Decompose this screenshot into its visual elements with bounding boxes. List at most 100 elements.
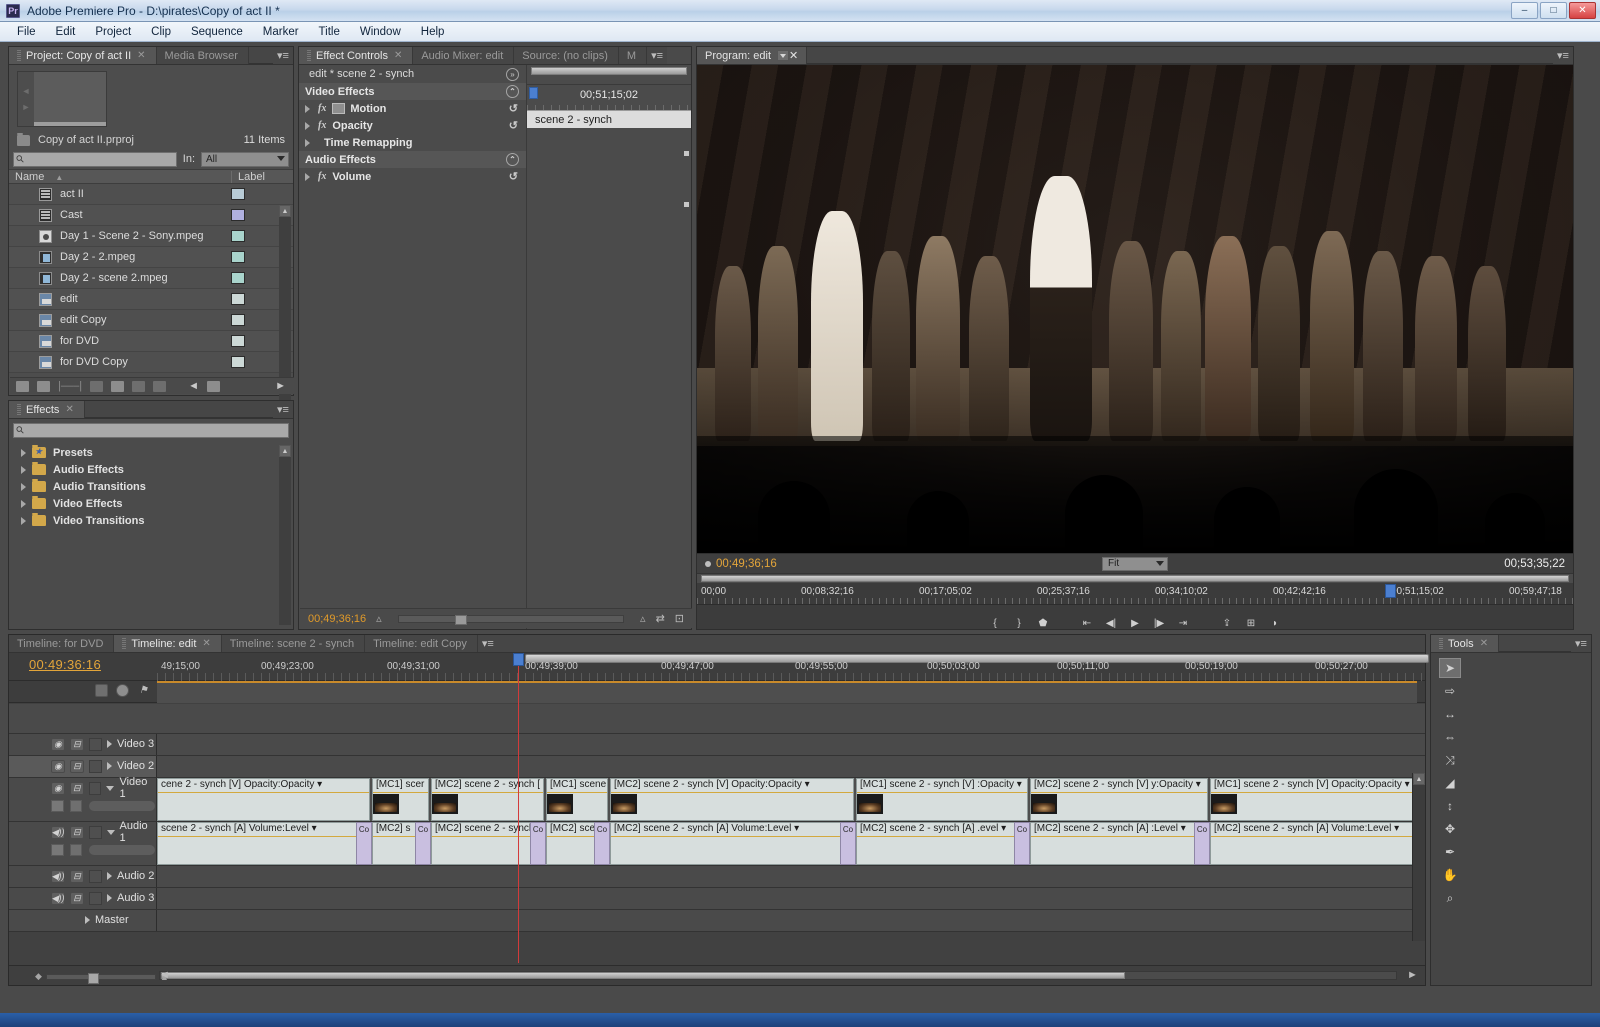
timeline-video-clip[interactable]: [MC2] scene 2 - synch [V] y:Opacity ▾ xyxy=(1030,778,1208,821)
clip-volume-line[interactable] xyxy=(611,836,853,837)
close-icon[interactable]: ✕ xyxy=(65,404,73,415)
timeline-horizontal-scrollbar[interactable]: ◆ ▲ ► ◄ xyxy=(9,965,1425,985)
project-filter-select[interactable]: All xyxy=(201,151,289,167)
hand-tool-icon[interactable]: ✋ xyxy=(1439,865,1461,885)
keyframe-lane-timeremap[interactable] xyxy=(527,162,691,179)
collapse-icon[interactable]: ⌃ xyxy=(506,153,519,166)
track-select-tool-icon[interactable]: ⇨ xyxy=(1439,681,1461,701)
property-volume[interactable]: fx Volume ↺ xyxy=(299,168,526,185)
table-row[interactable]: edit xyxy=(9,289,293,310)
effect-controls-footer-timecode[interactable]: 00;49;36;16 xyxy=(308,613,366,625)
panel-menu-icon[interactable]: ▾≡ xyxy=(477,635,498,652)
clip-opacity-line[interactable] xyxy=(611,792,853,793)
zoom-in-icon[interactable]: ▵ xyxy=(640,612,646,625)
track-header-video-2[interactable]: ◉ ⊟ Video 2 xyxy=(9,756,157,777)
scroll-left-icon[interactable]: ◄ xyxy=(159,969,170,981)
program-current-timecode[interactable]: 00;49;36;16 xyxy=(716,558,777,570)
go-to-in-icon[interactable]: ⇤ xyxy=(1079,616,1095,630)
keyframe-nav-pill[interactable] xyxy=(87,800,156,812)
tab-timeline-scene2-synch[interactable]: Timeline: scene 2 - synch xyxy=(221,635,366,652)
tab-tools[interactable]: Tools ✕ xyxy=(1431,635,1500,652)
mark-in-icon[interactable]: { xyxy=(987,616,1003,630)
set-display-style-icon[interactable] xyxy=(51,800,65,812)
track-target-box[interactable] xyxy=(89,737,102,751)
playhead-icon[interactable] xyxy=(529,87,538,99)
timeline-video-clip[interactable]: [MC1] scer xyxy=(372,778,429,821)
clip-opacity-line[interactable] xyxy=(857,792,1027,793)
column-label[interactable]: Label xyxy=(231,170,293,183)
effects-item-audio-transitions[interactable]: Audio Transitions xyxy=(9,478,293,495)
razor-tool-icon[interactable]: ◢ xyxy=(1439,773,1461,793)
menu-clip[interactable]: Clip xyxy=(142,24,180,40)
loop-icon[interactable]: ⇄ xyxy=(656,612,665,625)
table-row[interactable]: Day 2 - scene 2.mpeg xyxy=(9,268,293,289)
lock-icon[interactable]: ⊟ xyxy=(70,825,84,839)
effects-item-audio-effects[interactable]: Audio Effects xyxy=(9,461,293,478)
step-back-icon[interactable]: ◀| xyxy=(1103,616,1119,630)
track-target-box[interactable] xyxy=(89,891,102,905)
track-content-master[interactable] xyxy=(157,910,1425,931)
export-frame-icon[interactable]: ⇪ xyxy=(1219,616,1235,630)
show-keyframes-icon[interactable] xyxy=(70,800,82,812)
chevron-right-icon[interactable] xyxy=(305,104,310,113)
chevron-down-icon[interactable] xyxy=(106,785,115,791)
chevron-right-icon[interactable] xyxy=(107,740,112,748)
program-zoom-select[interactable]: Fit xyxy=(1102,556,1168,571)
panel-menu-icon[interactable]: ▾≡ xyxy=(1571,635,1591,652)
track-content-video-1[interactable]: cene 2 - synch [V] Opacity:Opacity ▾ [MC1… xyxy=(157,778,1425,821)
maximize-button[interactable]: □ xyxy=(1540,2,1567,19)
menu-title[interactable]: Title xyxy=(310,24,349,40)
eye-icon[interactable]: ◉ xyxy=(51,737,65,751)
snap-icon[interactable]: ⊡ xyxy=(675,612,684,625)
timeline-audio-clip[interactable]: scene 2 - synch [A] Volume:Level ▾ xyxy=(157,822,370,865)
track-header-audio-2[interactable]: ◀)) ⊟ Audio 2 xyxy=(9,866,157,887)
marker-flag-icon[interactable]: ⚑ xyxy=(137,684,150,697)
clip-opacity-line[interactable] xyxy=(1031,792,1207,793)
timeline-vertical-scrollbar[interactable]: ▲ xyxy=(1412,773,1425,941)
play-icon[interactable]: ▶ xyxy=(1127,616,1143,630)
clip-volume-line[interactable] xyxy=(1031,836,1207,837)
property-motion[interactable]: fx Motion ↺ xyxy=(299,100,526,117)
panel-menu-icon[interactable]: ▾≡ xyxy=(647,47,668,64)
speaker-icon[interactable]: ◀)) xyxy=(51,869,65,883)
zoom-out-icon[interactable]: ▵ xyxy=(376,612,382,625)
safe-margins-icon[interactable]: ⊞ xyxy=(1243,616,1259,630)
clip-transition-badge[interactable]: Co xyxy=(356,822,372,865)
chevron-right-icon[interactable] xyxy=(305,138,310,147)
timeline-video-clip[interactable]: [MC1] scene 2 - synch [V] Opacity:Opacit… xyxy=(1210,778,1425,821)
effects-item-video-effects[interactable]: Video Effects xyxy=(9,495,293,512)
track-content-audio-3[interactable] xyxy=(157,888,1425,909)
timeline-video-clip[interactable]: [MC2] scene 2 - synch [V] Opacity:Opacit… xyxy=(610,778,854,821)
list-view-icon[interactable] xyxy=(16,380,29,392)
pen-tool-icon[interactable]: ✒ xyxy=(1439,842,1461,862)
clip-volume-line[interactable] xyxy=(1211,836,1425,837)
reset-icon[interactable]: ↺ xyxy=(509,119,518,132)
clip-volume-line[interactable] xyxy=(857,836,1027,837)
tab-metadata[interactable]: M xyxy=(618,47,648,64)
panel-menu-icon[interactable]: ▾≡ xyxy=(273,47,293,64)
chevron-right-icon[interactable] xyxy=(21,465,26,474)
clip-opacity-line[interactable] xyxy=(432,792,543,793)
timeline-playhead-timecode[interactable]: 00:49:36:16 xyxy=(29,657,101,672)
show-keyframes-icon[interactable] xyxy=(70,844,82,856)
chevron-right-icon[interactable] xyxy=(21,448,26,457)
timeline-audio-clip[interactable]: [MC2] scene 2 - synch [A] .evel ▾ xyxy=(856,822,1028,865)
step-forward-icon[interactable]: |▶ xyxy=(1151,616,1167,630)
hscroll-thumb[interactable] xyxy=(161,972,1125,979)
speaker-icon[interactable]: ◀)) xyxy=(51,891,65,905)
tab-source-monitor[interactable]: Source: (no clips) xyxy=(514,47,619,64)
next-page-icon[interactable]: ► xyxy=(275,380,286,392)
track-header-video-1[interactable]: ◉ ⊟ Video 1 xyxy=(9,776,157,821)
lock-icon[interactable]: ⊟ xyxy=(70,759,84,773)
chevron-right-icon[interactable] xyxy=(305,121,310,130)
panel-menu-icon[interactable]: ▾≡ xyxy=(1553,47,1573,64)
snap-icon[interactable] xyxy=(95,684,108,697)
clip-volume-line[interactable] xyxy=(158,836,369,837)
track-header-audio-3[interactable]: ◀)) ⊟ Audio 3 xyxy=(9,888,157,909)
mark-clip-icon[interactable]: ⬟ xyxy=(1035,616,1051,630)
property-time-remapping[interactable]: Time Remapping xyxy=(299,134,526,151)
chevron-down-icon[interactable] xyxy=(106,829,115,835)
minimize-button[interactable]: – xyxy=(1511,2,1538,19)
scroll-up-icon[interactable]: ▲ xyxy=(279,205,291,217)
zoom-tool-icon[interactable]: ⌕ xyxy=(1439,888,1461,908)
